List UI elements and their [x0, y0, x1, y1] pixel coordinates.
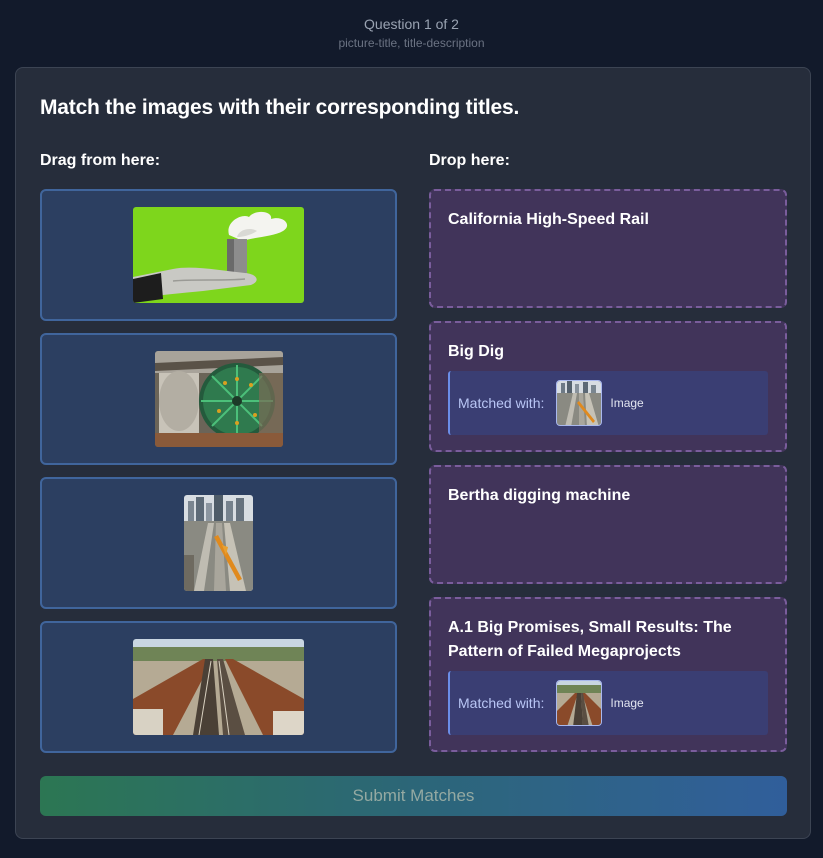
matching-card: Match the images with their correspondin…: [15, 67, 811, 839]
matched-label: Matched with:: [458, 395, 545, 411]
matched-item-text: Image: [610, 396, 644, 410]
rail-viaduct-image: [133, 639, 304, 735]
boring-machine-image: [154, 351, 283, 447]
drop-zone-title: Bertha digging machine: [448, 487, 631, 504]
question-counter: Question 1 of 2: [364, 16, 459, 32]
drag-item-boring-machine[interactable]: [40, 333, 397, 465]
question-heading: Match the images with their correspondin…: [40, 96, 520, 119]
drop-zone-california-rail[interactable]: California High-Speed Rail: [429, 189, 787, 308]
smokestack-image: [133, 207, 304, 303]
drop-zone-title: A.1 Big Promises, Small Results: The Pat…: [448, 619, 732, 660]
city-construction-image: [184, 495, 253, 591]
drop-zone-big-dig[interactable]: Big Dig Matched with: Image: [429, 321, 787, 452]
matched-indicator: Matched with: Image: [448, 671, 768, 735]
drop-zone-bertha[interactable]: Bertha digging machine: [429, 465, 787, 584]
drop-column-label: Drop here:: [429, 152, 510, 169]
question-type-label: picture-title, title-description: [338, 36, 485, 50]
drop-zone-title: California High-Speed Rail: [448, 211, 649, 228]
matched-indicator: Matched with: Image: [448, 371, 768, 435]
drag-column-label: Drag from here:: [40, 152, 161, 169]
drop-zone-failed-megaprojects[interactable]: A.1 Big Promises, Small Results: The Pat…: [429, 597, 787, 752]
matched-thumbnail[interactable]: [556, 380, 603, 426]
matched-thumbnail[interactable]: [556, 680, 603, 726]
submit-matches-button[interactable]: Submit Matches: [40, 776, 787, 816]
drag-item-smokestack[interactable]: [40, 189, 397, 321]
matched-label: Matched with:: [458, 695, 545, 711]
drop-zone-title: Big Dig: [448, 343, 504, 360]
matched-item-text: Image: [610, 696, 644, 710]
drag-item-rail-viaduct[interactable]: [40, 621, 397, 753]
drag-item-city-construction[interactable]: [40, 477, 397, 609]
